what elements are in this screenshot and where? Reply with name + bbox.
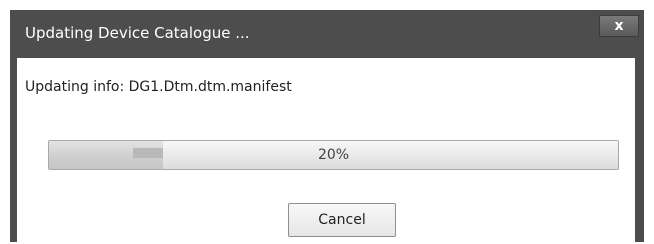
close-button[interactable]: x — [599, 15, 639, 37]
update-info-text: Updating info: DG1.Dtm.dtm.manifest — [25, 79, 292, 95]
dialog-title: Updating Device Catalogue ... — [25, 24, 250, 42]
close-icon: x — [614, 18, 624, 34]
cancel-button[interactable]: Cancel — [288, 203, 396, 237]
progress-label: 20% — [317, 147, 350, 163]
dialog-content: Updating info: DG1.Dtm.dtm.manifest 20% … — [17, 58, 635, 242]
progress-bar: 20% — [48, 140, 619, 170]
update-dialog: Updating Device Catalogue ... x Updating… — [10, 10, 644, 242]
titlebar: Updating Device Catalogue ... x — [10, 10, 644, 56]
